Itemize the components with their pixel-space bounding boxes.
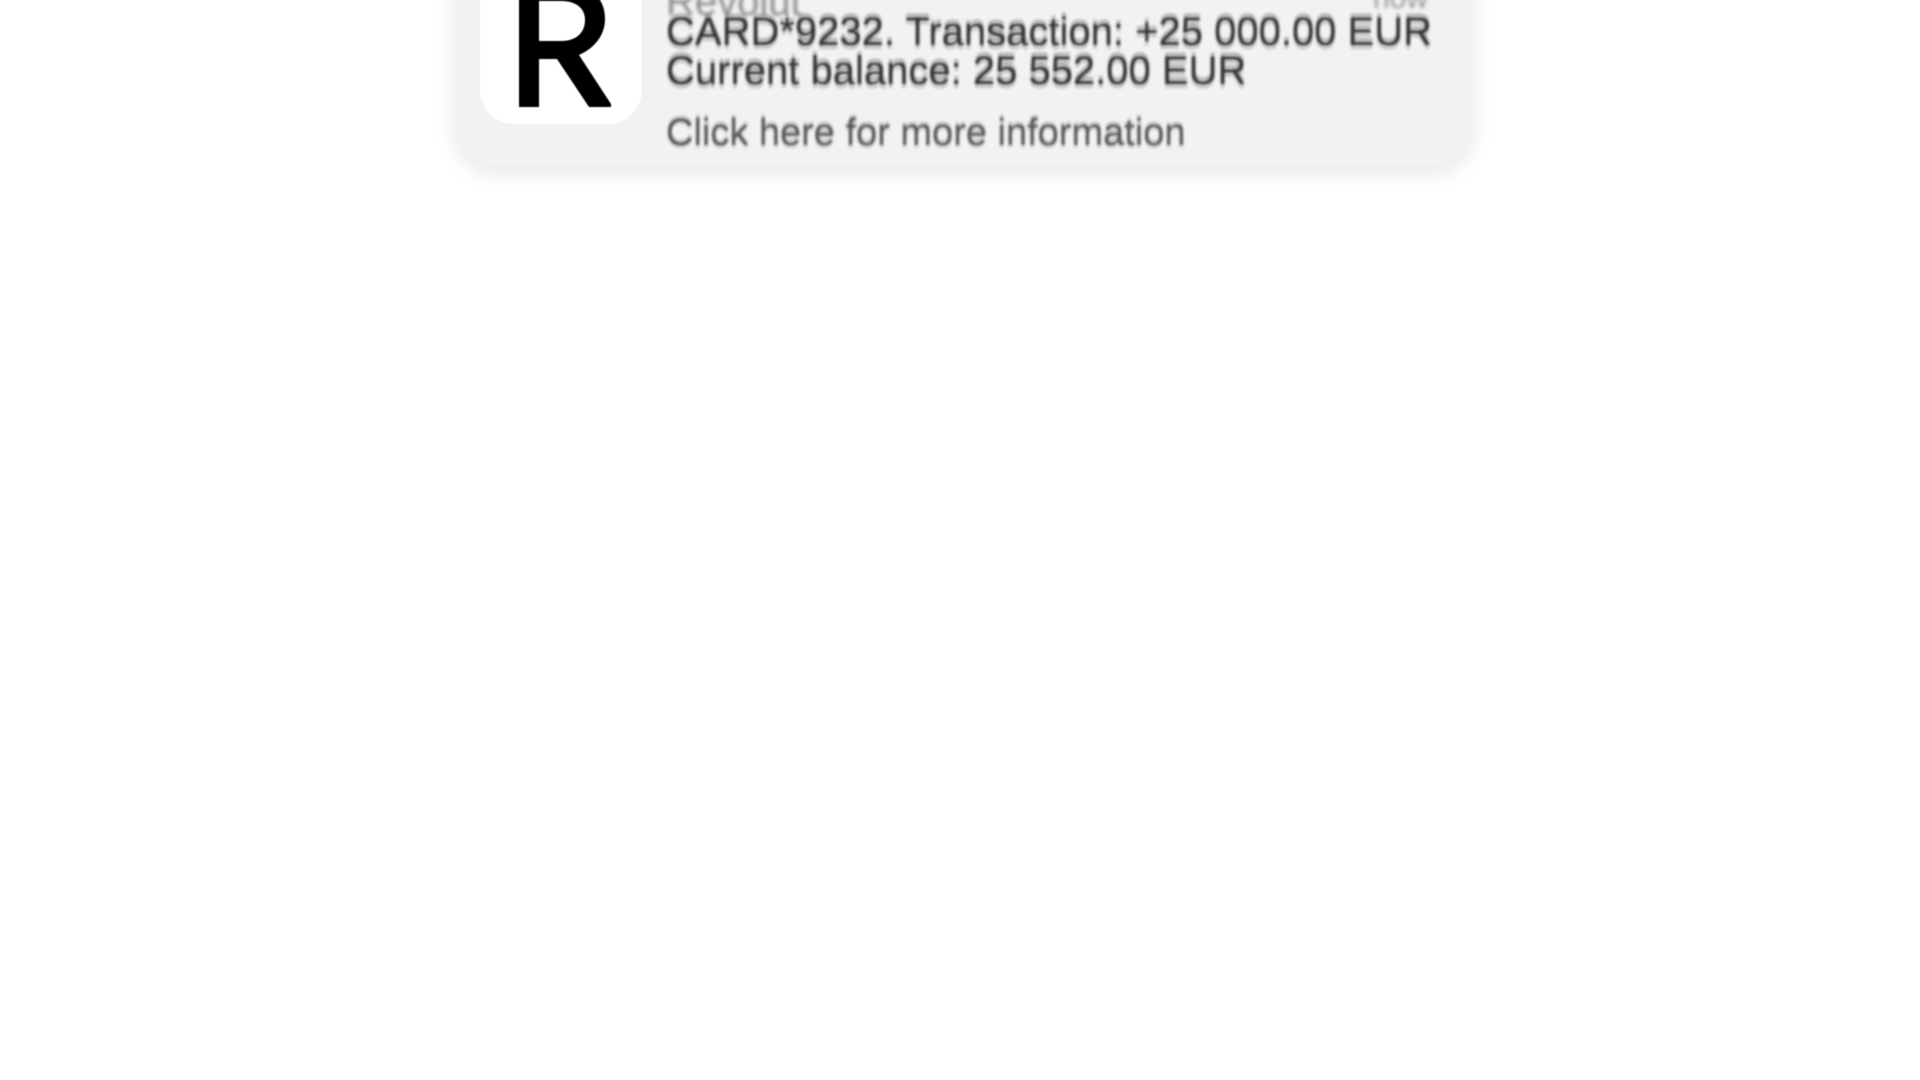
balance-message: Current balance: 25 552.00 EUR	[666, 49, 1247, 93]
more-info-link[interactable]: Click here for more information	[666, 112, 1186, 155]
notification-card[interactable]: Revolut now CARD*9232. Transaction: +25 …	[456, 0, 1472, 166]
revolut-logo-icon	[519, 0, 611, 107]
screen: Revolut now CARD*9232. Transaction: +25 …	[0, 0, 1920, 1080]
app-icon	[480, 0, 642, 124]
